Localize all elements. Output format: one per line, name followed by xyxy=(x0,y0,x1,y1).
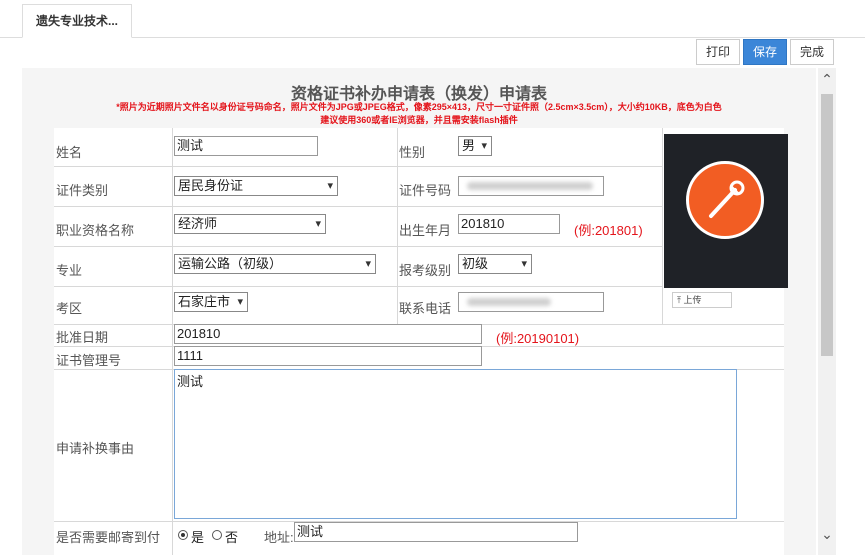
phone-input[interactable] xyxy=(458,292,604,312)
approval-date-label: 批准日期 xyxy=(56,330,109,345)
upload-button[interactable]: ⤒ 上传 xyxy=(672,292,732,308)
exam-area-label: 考区 xyxy=(56,301,83,316)
exam-level-select[interactable]: 初级 ▾ xyxy=(458,254,532,274)
name-label: 姓名 xyxy=(56,145,83,160)
id-type-label: 证件类别 xyxy=(56,183,109,198)
exam-area-select[interactable]: 石家庄市 ▾ xyxy=(174,292,248,312)
form-table: 姓名 测试 性别 男 ▾ 证件类别 居民身份证 ▾ 证件号码 职业资格名称 经济… xyxy=(54,128,788,555)
chevron-down-icon[interactable]: ⌄ xyxy=(818,527,836,541)
mail-option-label: 是否需要邮寄到付 xyxy=(56,530,161,545)
exam-level-select-value: 初级 xyxy=(462,256,489,271)
tab-bar: 遗失专业技术... xyxy=(0,0,865,38)
chevron-down-icon: ▾ xyxy=(521,258,527,270)
done-button[interactable]: 完成 xyxy=(790,39,834,65)
pen-icon xyxy=(709,180,745,218)
address-label: 地址: xyxy=(264,530,294,545)
id-number-input[interactable] xyxy=(458,176,604,196)
chevron-down-icon: ▾ xyxy=(237,296,243,308)
exam-level-label: 报考级别 xyxy=(399,263,452,278)
exam-area-select-value: 石家庄市 xyxy=(178,294,231,309)
scrollbar-thumb[interactable] xyxy=(821,94,833,356)
redacted-id-number xyxy=(467,182,593,190)
mail-yes-label: 是 xyxy=(191,530,205,545)
gender-select-value: 男 xyxy=(462,138,476,153)
chevron-down-icon: ▾ xyxy=(315,218,321,230)
id-type-select-value: 居民身份证 xyxy=(178,178,244,193)
phone-label: 联系电话 xyxy=(399,301,452,316)
reason-textarea[interactable]: 测试 xyxy=(174,369,737,519)
birth-month-input[interactable]: 201810 xyxy=(458,214,560,234)
upload-label: 上传 xyxy=(683,295,702,305)
approval-date-input[interactable]: 201810 xyxy=(174,324,482,344)
major-label: 专业 xyxy=(56,263,83,278)
photo-app-logo xyxy=(686,161,764,239)
major-select-value: 运输公路（初级） xyxy=(178,256,283,271)
birth-month-example: (例:201801) xyxy=(574,223,643,238)
id-photo xyxy=(664,134,788,288)
qualification-select[interactable]: 经济师 ▾ xyxy=(174,214,326,234)
tab-lost-certificate[interactable]: 遗失专业技术... xyxy=(22,4,132,38)
gender-select[interactable]: 男 ▾ xyxy=(458,136,492,156)
id-type-select[interactable]: 居民身份证 ▾ xyxy=(174,176,338,196)
qualification-select-value: 经济师 xyxy=(178,216,218,231)
gender-label: 性别 xyxy=(399,145,426,160)
name-input[interactable]: 测试 xyxy=(174,136,318,156)
chevron-down-icon: ▾ xyxy=(481,140,487,152)
redacted-phone-number xyxy=(467,298,551,306)
certificate-number-label: 证书管理号 xyxy=(56,353,122,368)
approval-date-example: (例:20190101) xyxy=(496,331,580,346)
qualification-label: 职业资格名称 xyxy=(56,223,135,238)
save-button[interactable]: 保存 xyxy=(743,39,787,65)
mail-no-label: 否 xyxy=(225,530,239,545)
reason-label: 申请补换事由 xyxy=(56,441,135,456)
form-panel: 资格证书补办申请表（换发）申请表 *照片为近期照片文件名以身份证号码命名，照片文… xyxy=(22,68,816,555)
major-select[interactable]: 运输公路（初级） ▾ xyxy=(174,254,376,274)
chevron-down-icon: ▾ xyxy=(327,180,333,192)
mail-no-radio[interactable] xyxy=(212,530,222,540)
certificate-number-input[interactable]: 1111 xyxy=(174,346,482,366)
vertical-scrollbar[interactable]: ⌃ ⌄ xyxy=(818,68,836,555)
chevron-up-icon[interactable]: ⌃ xyxy=(818,72,836,86)
browser-note: 建议使用360或者IE浏览器，并且需安装flash插件 xyxy=(320,115,518,125)
print-button[interactable]: 打印 xyxy=(696,39,740,65)
mail-yes-radio[interactable] xyxy=(178,530,188,540)
chevron-down-icon: ▾ xyxy=(365,258,371,270)
photo-requirement-note: *照片为近期照片文件名以身份证号码命名，照片文件为JPG或JPEG格式，像素29… xyxy=(116,102,722,112)
id-number-label: 证件号码 xyxy=(399,183,452,198)
birth-month-label: 出生年月 xyxy=(399,223,452,238)
address-input[interactable]: 测试 xyxy=(294,522,578,542)
upload-icon: ⤒ xyxy=(677,295,681,305)
